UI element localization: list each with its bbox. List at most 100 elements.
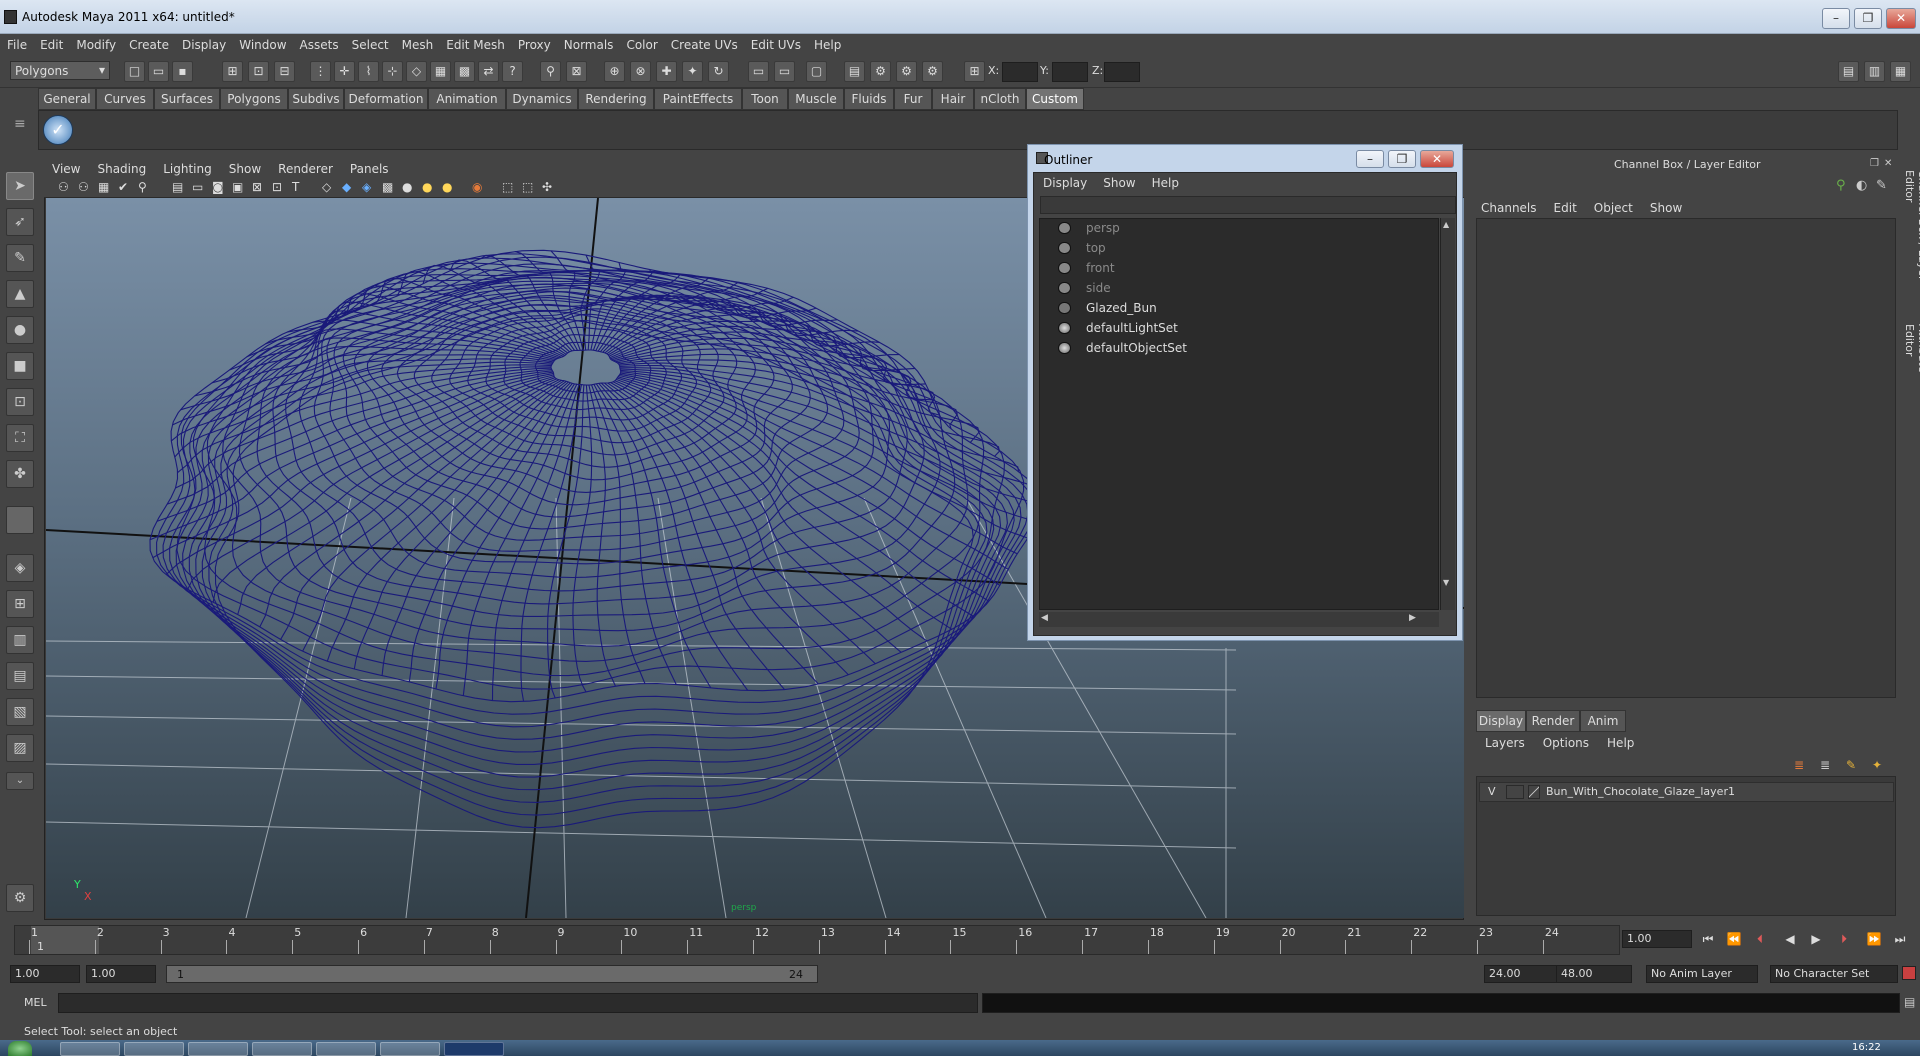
snap-curve-icon[interactable]: ⌇ [358,61,379,82]
layer-attributes-icon[interactable]: ✎ [1846,758,1856,772]
shelf-tab-fluids[interactable]: Fluids [844,88,894,110]
step-back-key-icon[interactable]: ⏴ [1750,932,1770,948]
layer-tab-display[interactable]: Display [1476,710,1526,732]
taskbar-photoshop-icon[interactable] [444,1042,504,1056]
shelf-tab-painteffects[interactable]: PaintEffects [654,88,742,110]
quick-layout-icon[interactable]: ⚙ [6,884,34,912]
current-time-field[interactable]: 1.00 [1622,930,1692,948]
menu-mesh[interactable]: Mesh [395,34,440,52]
menu-help[interactable]: Help [807,34,847,52]
textured-icon[interactable]: ▩ [382,180,393,194]
view-2d-pan-icon[interactable]: ⚲ [138,180,147,194]
menu-color[interactable]: Color [619,34,663,52]
menu-select[interactable]: Select [345,34,395,52]
step-forward-frame-icon[interactable]: ⏩ [1864,932,1884,948]
rotate-tool-icon[interactable]: ● [6,316,34,344]
toggle-panel-icon[interactable]: ▤ [1838,61,1859,82]
layer-menu-help[interactable]: Help [1598,736,1643,750]
render-view-icon[interactable]: ↻ [708,61,729,82]
side-tab-attribute-editor[interactable]: Attribute Editor [1903,324,1920,404]
resolution-gate-icon[interactable]: ◙ [212,180,224,194]
shadows-icon[interactable]: ● [442,180,452,194]
selection-mask-icon[interactable]: ⊠ [566,61,587,82]
outliner-item-default-light-set[interactable]: defaultLightSet [1058,319,1178,337]
shelf-tab-fur[interactable]: Fur [894,88,932,110]
shelf-tab-surfaces[interactable]: Surfaces [154,88,220,110]
shelf-menu-icon[interactable]: ≡ [14,116,32,146]
x-field[interactable] [1002,62,1038,82]
outliner-menu-show[interactable]: Show [1094,173,1142,190]
cb-menu-show[interactable]: Show [1641,201,1690,215]
wireframe-icon[interactable]: ◇ [322,180,331,194]
snap-surface-icon[interactable]: ▦ [430,61,451,82]
shelf-tab-deformation[interactable]: Deformation [344,88,428,110]
time-ruler[interactable]: 1 1 2 3 4 5 6 7 8 9 10 11 12 13 14 15 16 17 18 19 20 21 22 23 2… [14,925,1620,955]
smooth-shade-icon[interactable]: ◆ [342,180,351,194]
outliner-item-top[interactable]: top [1058,239,1106,257]
go-to-start-icon[interactable]: ⏮ [1698,932,1718,948]
shelf-tab-hair[interactable]: Hair [932,88,974,110]
go-to-end-icon[interactable]: ⏭ [1890,932,1910,948]
new-layer-icon[interactable]: ≣ [1794,758,1804,772]
menu-assets[interactable]: Assets [293,34,345,52]
graph-editor-icon[interactable]: ▢ [806,61,827,82]
construction-history-icon[interactable]: ⚲ [540,61,561,82]
anim-start-field[interactable]: 1.00 [86,965,156,983]
menu-create[interactable]: Create [122,34,175,52]
dynamic-icon[interactable]: ⚙ [922,61,943,82]
channel-box-area[interactable] [1476,218,1896,698]
menu-edit-uvs[interactable]: Edit UVs [744,34,807,52]
select-tool-icon[interactable]: ➤ [6,172,34,200]
scroll-down-icon[interactable]: ▼ [1443,578,1449,587]
outliner-menu-help[interactable]: Help [1143,173,1186,190]
safe-title-icon[interactable]: T [292,180,299,194]
channel-box-icon[interactable]: ⚲ [1836,178,1846,193]
menu-modify[interactable]: Modify [69,34,122,52]
camera-attributes-icon[interactable]: ⚇ [78,180,89,194]
side-tab-channel-box[interactable]: Channel Box / Layer Editor [1903,170,1920,300]
transform-field-icon[interactable]: ⊞ [964,61,985,82]
render-settings-icon[interactable]: ✚ [656,61,677,82]
scale-tool-icon[interactable]: ■ [6,352,34,380]
close-panel-icon[interactable]: ✕ [1884,158,1892,169]
vp-menu-lighting[interactable]: Lighting [155,160,221,176]
cb-menu-edit[interactable]: Edit [1545,201,1585,215]
hypershade-icon[interactable]: ✦ [682,61,703,82]
command-language-label[interactable]: MEL [24,996,47,1009]
outliner-close-button[interactable]: ✕ [1420,150,1454,168]
anim-layer-dropdown[interactable]: No Anim Layer [1646,965,1758,983]
taskbar-maya-icon[interactable] [316,1042,376,1056]
layer-tab-render[interactable]: Render [1526,710,1580,732]
command-input[interactable] [58,993,978,1013]
mode-dropdown[interactable]: Polygons ▾ [10,61,110,80]
isolate-select-icon[interactable]: ◉ [472,180,482,194]
all-lights-icon[interactable]: ● [422,180,432,194]
layer-color-swatch[interactable] [1528,785,1540,799]
z-field[interactable] [1104,62,1140,82]
camera-icon[interactable]: ▭ [748,61,769,82]
grid-icon[interactable]: ▤ [172,180,183,194]
safe-action-icon[interactable]: ⊡ [272,180,282,194]
play-backward-icon[interactable]: ◀ [1780,932,1800,948]
outliner-item-persp[interactable]: persp [1058,219,1120,237]
menu-window[interactable]: Window [232,34,292,52]
step-back-frame-icon[interactable]: ⏪ [1724,932,1744,948]
image-plane-icon[interactable]: ✔ [118,180,128,194]
shelf-tab-animation[interactable]: Animation [428,88,506,110]
render-frame-icon[interactable]: ⊕ [604,61,625,82]
end-time-field[interactable]: 24.00 [1484,965,1560,983]
layout-persp-graph-hyper-icon[interactable]: ▨ [6,734,34,762]
paint-select-tool-icon[interactable]: ✎ [6,244,34,272]
outliner-filter-field[interactable] [1040,196,1456,214]
y-field[interactable] [1052,62,1088,82]
taskbar-skype-icon[interactable] [380,1042,440,1056]
ipr-render-icon[interactable]: ⊗ [630,61,651,82]
taskbar-app-icon[interactable] [124,1042,184,1056]
lasso-tool-icon[interactable]: ➶ [6,208,34,236]
menu-proxy[interactable]: Proxy [511,34,557,52]
layout-persp-outliner-icon[interactable]: ▥ [6,626,34,654]
shelf-tab-dynamics[interactable]: Dynamics [506,88,578,110]
range-slider[interactable]: 1 24 [166,965,818,983]
menu-edit-mesh[interactable]: Edit Mesh [439,34,511,52]
layer-editor-icon[interactable]: ◐ [1856,178,1867,193]
